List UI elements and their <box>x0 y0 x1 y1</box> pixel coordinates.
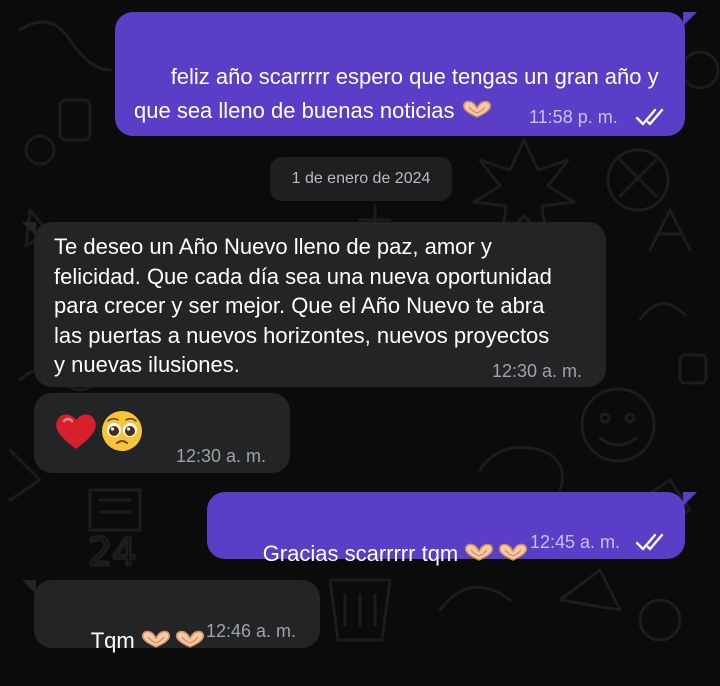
message-text-content: Tqm <box>90 628 135 653</box>
pleading-face-icon <box>102 411 142 451</box>
message-text-content: Gracias scarrrrr tqm <box>262 541 459 566</box>
message-bubble-outgoing[interactable]: Gracias scarrrrr tqm 12:45 a. m. <box>207 492 697 566</box>
heart-hands-icon <box>465 543 494 561</box>
message-text: feliz año scarrrrr espero que tengas un … <box>134 26 674 162</box>
message-text: Te deseo un Año Nuevo lleno de paz, amor… <box>54 234 552 377</box>
date-separator: 1 de enero de 2024 <box>270 157 452 201</box>
message-bubble-outgoing[interactable]: feliz año scarrrrr espero que tengas un … <box>115 12 697 136</box>
message-timestamp: 12:30 a. m. <box>492 361 583 381</box>
message-bubble-incoming[interactable]: Te deseo un Año Nuevo lleno de paz, amor… <box>22 222 606 387</box>
double-check-icon <box>635 533 664 551</box>
message-bubble-incoming[interactable]: 12:30 a. m. <box>34 393 290 473</box>
message-text: Tqm <box>54 596 254 686</box>
message-timestamp: 12:46 a. m. <box>206 621 297 641</box>
heart-hands-icon <box>499 543 528 561</box>
heart-hands-icon <box>463 100 492 118</box>
double-check-icon <box>635 108 664 126</box>
message-timestamp: 12:45 a. m. <box>530 532 621 552</box>
chat-conversation[interactable]: feliz año scarrrrr espero que tengas un … <box>0 0 720 660</box>
heart-hands-icon <box>141 630 170 648</box>
message-bubble-incoming[interactable]: Tqm 12:46 a. m. <box>22 580 320 653</box>
message-timestamp: 11:58 p. m. <box>529 107 618 127</box>
red-heart-icon <box>56 414 96 449</box>
message-timestamp: 12:30 a. m. <box>176 446 267 466</box>
heart-hands-icon <box>175 630 204 648</box>
